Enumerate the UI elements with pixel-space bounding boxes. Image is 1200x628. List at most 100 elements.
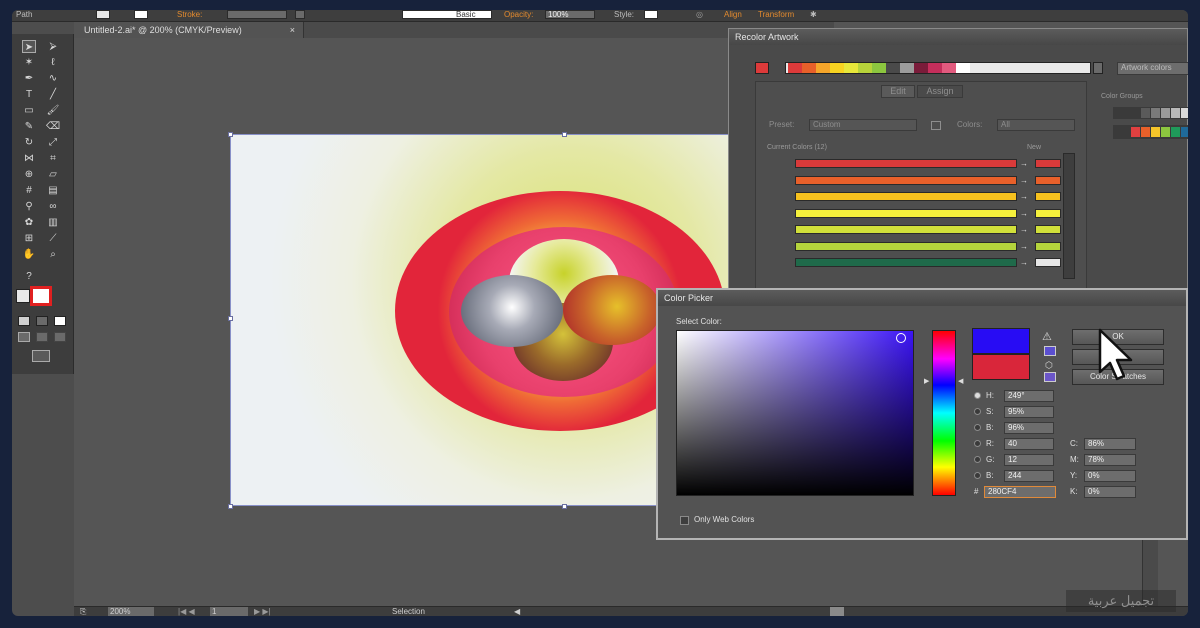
preset-dropdown[interactable]: Custom — [809, 119, 917, 131]
mapping-arrow-icon[interactable]: → — [1020, 258, 1028, 267]
screen-mode-icon[interactable] — [32, 350, 50, 362]
magenta-field[interactable]: 78% — [1084, 454, 1136, 466]
opacity-link[interactable]: Opacity: — [504, 10, 533, 20]
transform-link[interactable]: Transform — [758, 10, 794, 20]
new-color-swatch[interactable] — [1035, 258, 1061, 267]
blue-field[interactable]: 244 — [1004, 470, 1054, 482]
line-tool-icon[interactable]: ╱ — [46, 88, 60, 101]
scroll-left-icon[interactable]: ◀ — [514, 607, 520, 616]
artboard-nav-first-icon[interactable]: |◀ ◀ — [178, 607, 195, 616]
current-color-bar[interactable] — [795, 241, 1017, 251]
gradient-tool-icon[interactable]: ▤ — [46, 184, 60, 197]
type-tool-icon[interactable]: T — [22, 88, 36, 101]
red-field[interactable]: 40 — [1004, 438, 1054, 450]
pen-tool-icon[interactable]: ✒ — [22, 72, 36, 85]
rectangle-tool-icon[interactable]: ▭ — [22, 104, 36, 117]
draw-inside-icon[interactable] — [54, 332, 66, 342]
new-color-swatch[interactable] — [1035, 175, 1061, 185]
blue-radio[interactable] — [974, 472, 981, 479]
curvature-tool-icon[interactable]: ∿ — [46, 72, 60, 85]
colors-dropdown[interactable]: All — [997, 119, 1075, 131]
selection-tool-icon[interactable]: ➤ — [22, 40, 36, 53]
yellow-field[interactable]: 0% — [1084, 470, 1136, 482]
black-field[interactable]: 0% — [1084, 486, 1136, 498]
current-color-preview[interactable] — [972, 354, 1030, 380]
help-icon[interactable]: ? — [22, 270, 36, 283]
hand-tool-icon[interactable]: ✋ — [22, 248, 36, 261]
tab-assign[interactable]: Assign — [917, 85, 963, 98]
align-link[interactable]: Align — [724, 10, 742, 20]
preset-options-icon[interactable] — [931, 121, 941, 130]
web-safe-warning-icon[interactable]: ⬡ — [1045, 360, 1053, 371]
eraser-tool-icon[interactable]: ⌫ — [46, 120, 60, 133]
pencil-tool-icon[interactable]: ✎ — [22, 120, 36, 133]
column-graph-tool-icon[interactable]: ▥ — [46, 216, 60, 229]
recolor-icon[interactable]: ◎ — [696, 10, 703, 20]
mapping-arrow-icon[interactable]: → — [1020, 192, 1028, 201]
eyedropper-tool-icon[interactable]: ⚲ — [22, 200, 36, 213]
web-safe-swatch[interactable] — [1044, 372, 1056, 382]
red-radio[interactable] — [974, 440, 981, 447]
variable-width-dropdown[interactable] — [295, 10, 305, 19]
new-color-swatch[interactable] — [1035, 225, 1061, 234]
preset-name-field[interactable]: Artwork colors — [1117, 62, 1188, 75]
close-tab-icon[interactable]: × — [290, 22, 295, 38]
in-gamut-swatch[interactable] — [1044, 346, 1056, 356]
mapping-arrow-icon[interactable]: → — [1020, 159, 1028, 168]
rows-scrollbar[interactable] — [1063, 153, 1075, 279]
hue-slider-left-arrow-icon[interactable]: ▶ — [924, 377, 929, 385]
direct-selection-tool-icon[interactable]: ⮚ — [46, 40, 60, 53]
web-colors-checkbox[interactable] — [680, 516, 689, 525]
new-color-swatch[interactable] — [1035, 192, 1061, 201]
mapping-arrow-icon[interactable]: → — [1020, 176, 1028, 185]
color-strip[interactable] — [785, 62, 1091, 74]
artboard[interactable] — [230, 134, 730, 506]
none-mode-icon[interactable] — [54, 316, 66, 326]
free-transform-tool-icon[interactable]: ⌗ — [46, 152, 60, 165]
mesh-tool-icon[interactable]: # — [22, 184, 36, 197]
gray-circle-shape[interactable] — [461, 275, 563, 347]
saturation-radio[interactable] — [974, 408, 981, 415]
fill-color-box[interactable] — [16, 289, 30, 303]
hue-radio[interactable] — [974, 392, 981, 399]
stroke-weight-field[interactable] — [227, 10, 287, 19]
draw-behind-icon[interactable] — [36, 332, 48, 342]
green-field[interactable]: 12 — [1004, 454, 1054, 466]
hue-slider-right-arrow-icon[interactable]: ◀ — [958, 377, 963, 385]
hue-field[interactable]: 249° — [1004, 390, 1054, 402]
brush-definition-field[interactable] — [402, 10, 492, 19]
brightness-field[interactable]: 96% — [1004, 422, 1054, 434]
draw-normal-icon[interactable] — [18, 332, 30, 342]
orange-circle-shape[interactable] — [563, 275, 661, 345]
saturation-field[interactable]: 95% — [1004, 406, 1054, 418]
width-tool-icon[interactable]: ⋈ — [22, 152, 36, 165]
brightness-radio[interactable] — [974, 424, 981, 431]
gradient-mode-icon[interactable] — [36, 316, 48, 326]
current-color-bar[interactable] — [795, 225, 1017, 234]
mapping-arrow-icon[interactable]: → — [1020, 242, 1028, 251]
current-color-bar[interactable] — [795, 208, 1017, 218]
hex-field[interactable]: 280CF4 — [984, 486, 1056, 498]
graphic-style-swatch[interactable] — [644, 10, 658, 19]
shape-builder-tool-icon[interactable]: ⊕ — [22, 168, 36, 181]
lasso-tool-icon[interactable]: ℓ — [46, 56, 60, 69]
current-color-bar[interactable] — [795, 258, 1017, 267]
artboard-nav-last-icon[interactable]: ▶ ▶| — [254, 607, 271, 616]
symbol-sprayer-tool-icon[interactable]: ✿ — [22, 216, 36, 229]
blend-tool-icon[interactable]: ∞ — [46, 200, 60, 213]
mapping-arrow-icon[interactable]: → — [1020, 209, 1028, 218]
selection-handle[interactable] — [562, 132, 567, 137]
isolate-icon[interactable]: ✱ — [810, 10, 817, 20]
document-tab[interactable]: Untitled-2.ai* @ 200% (CMYK/Preview) × — [74, 22, 304, 38]
selection-handle[interactable] — [228, 316, 233, 321]
selection-handle[interactable] — [228, 504, 233, 509]
opacity-field[interactable]: 100% — [545, 10, 595, 19]
rotate-tool-icon[interactable]: ↻ — [22, 136, 36, 149]
strip-dropdown-icon[interactable] — [1093, 62, 1103, 74]
selection-handle[interactable] — [228, 132, 233, 137]
fill-swatch[interactable] — [96, 10, 110, 19]
green-radio[interactable] — [974, 456, 981, 463]
artboard-tool-icon[interactable]: ⊞ — [22, 232, 36, 245]
stroke-link[interactable]: Stroke: — [177, 10, 202, 20]
artboard-number-field[interactable]: 1 — [210, 607, 248, 616]
